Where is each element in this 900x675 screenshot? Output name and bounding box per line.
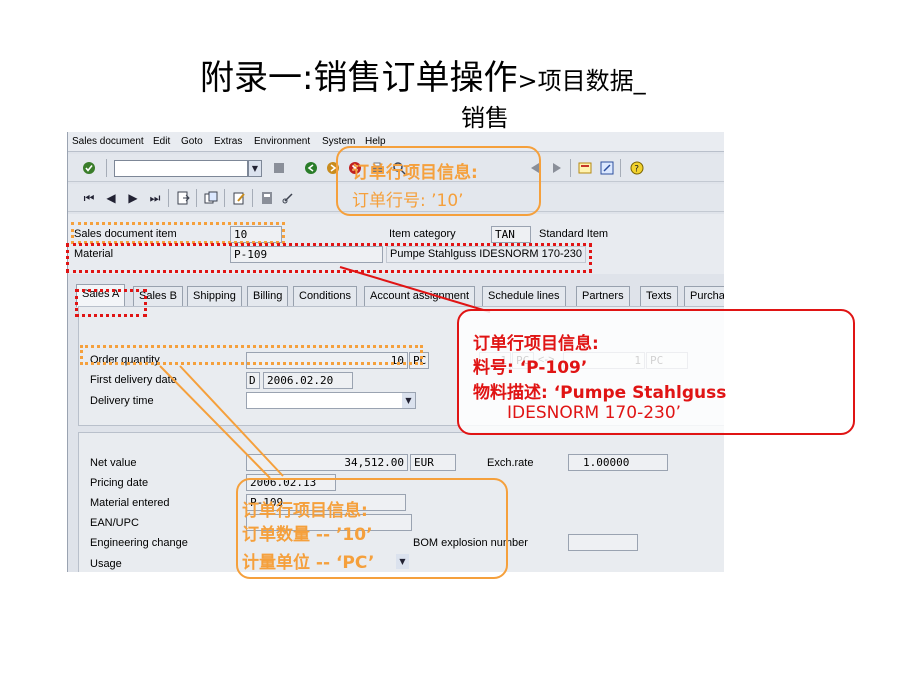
callout-right-material: 料号: ‘P-109’ — [473, 358, 588, 378]
callout-bottom-quantity: 订单数量 -- ’10’ — [242, 525, 373, 545]
callout-top-title: 订单行项目信息: — [352, 163, 478, 183]
callout-right-title: 订单行项目信息: — [473, 334, 599, 354]
callout-top-detail: 订单行号: ’10’ — [352, 191, 464, 211]
callout-bottom-unit: 计量单位 -- ‘PC’ — [242, 553, 375, 573]
callout-bottom-title: 订单行项目信息: — [242, 501, 368, 521]
callout-material: 订单行项目信息: 料号: ‘P-109’ 物料描述: ‘Pumpe Stahlg… — [457, 309, 855, 435]
callout-quantity: 订单行项目信息: 订单数量 -- ’10’ 计量单位 -- ‘PC’ — [236, 478, 508, 579]
callout-item-number: 订单行项目信息: 订单行号: ’10’ — [336, 146, 541, 216]
callout-right-desc-1: 物料描述: ‘Pumpe Stahlguss — [473, 383, 727, 403]
callout-right-desc-2: IDESNORM 170-230’ — [507, 403, 682, 423]
